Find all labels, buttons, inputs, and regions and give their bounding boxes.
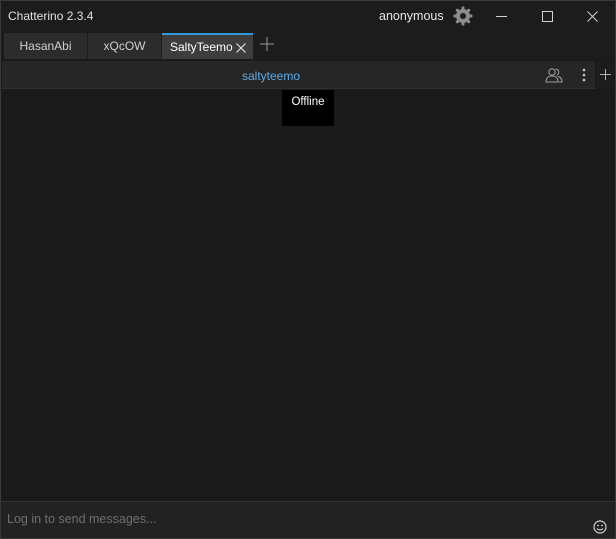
account-username[interactable]: anonymous — [379, 9, 444, 23]
tab-hasanabi[interactable]: HasanAbi — [4, 33, 87, 59]
chatterino-window: Chatterino 2.3.4 anonymous HasanAbi xQcO… — [0, 0, 616, 539]
tab-label: xQcOW — [103, 39, 146, 53]
kebab-menu-icon[interactable] — [579, 68, 589, 82]
maximize-icon — [541, 10, 553, 22]
users-icon[interactable] — [545, 67, 563, 83]
close-icon — [586, 10, 598, 22]
plus-icon — [600, 69, 611, 80]
smiley-icon[interactable] — [593, 520, 607, 534]
message-input[interactable] — [7, 508, 577, 530]
tab-label: HasanAbi — [19, 39, 72, 53]
plus-icon[interactable] — [260, 37, 274, 51]
minimize-button[interactable] — [479, 1, 523, 31]
close-button[interactable] — [570, 1, 614, 31]
add-split-button[interactable] — [596, 61, 615, 89]
tooltip-text: Offline — [291, 96, 325, 108]
tab-label: SaltyTeemo — [170, 40, 233, 54]
tab-close-icon[interactable] — [236, 42, 246, 53]
split-header: saltyteemo — [2, 61, 595, 89]
minimize-icon — [495, 15, 507, 17]
status-tooltip: Offline — [282, 90, 334, 126]
maximize-button[interactable] — [525, 1, 569, 31]
chat-messages-area[interactable] — [2, 90, 615, 500]
tab-xqcow[interactable]: xQcOW — [88, 33, 161, 59]
title-bar: Chatterino 2.3.4 anonymous — [1, 1, 615, 31]
window-title: Chatterino 2.3.4 — [8, 9, 94, 23]
channel-name[interactable]: saltyteemo — [2, 69, 540, 83]
tab-bar: HasanAbi xQcOW SaltyTeemo — [1, 31, 615, 59]
tab-saltyteemo[interactable]: SaltyTeemo — [162, 33, 253, 59]
gear-icon[interactable] — [453, 6, 473, 26]
message-input-bar — [1, 501, 615, 538]
